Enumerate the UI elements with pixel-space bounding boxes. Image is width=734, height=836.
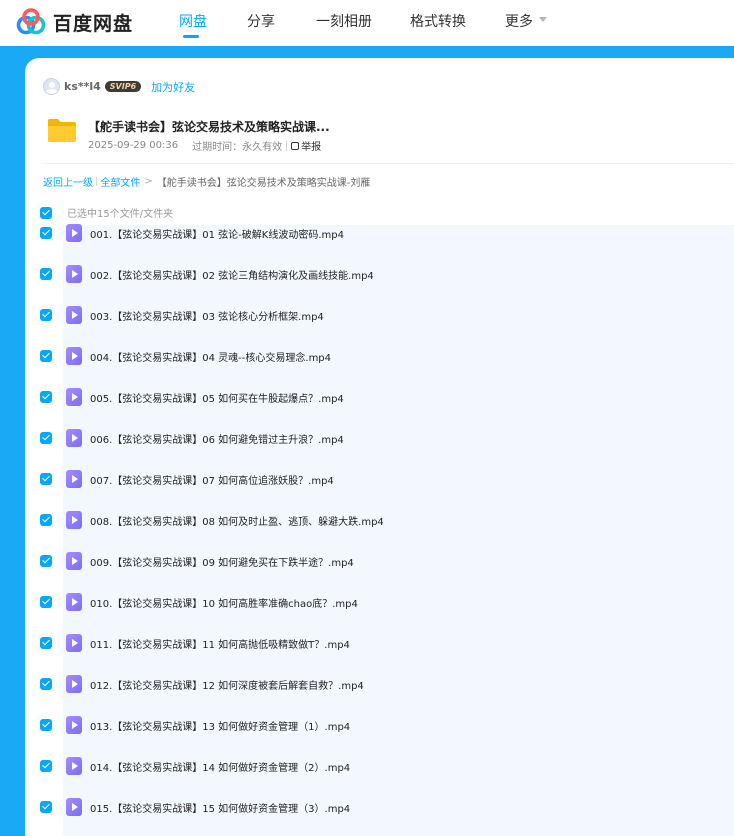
breadcrumb-separator: | <box>95 176 99 187</box>
app-logo[interactable]: 百度网盘 <box>15 8 133 36</box>
file-checkbox[interactable] <box>40 760 52 772</box>
nav-item-album[interactable]: 一刻相册 <box>316 11 372 31</box>
file-name[interactable]: 007.【弦论交易实战课】07 如何高位追涨妖股？.mp4 <box>90 472 334 487</box>
nav-item-share[interactable]: 分享 <box>247 11 275 31</box>
file-row[interactable]: 012.【弦论交易实战课】12 如何深度被套后解套自救？.mp4 <box>40 674 364 694</box>
file-row[interactable]: 005.【弦论交易实战课】05 如何买在牛股起爆点？.mp4 <box>40 387 344 407</box>
video-file-icon <box>66 634 82 652</box>
video-file-icon <box>66 552 82 570</box>
video-file-icon <box>66 675 82 693</box>
video-file-icon <box>66 798 82 816</box>
breadcrumb-back[interactable]: 返回上一级 <box>43 174 93 189</box>
file-name[interactable]: 006.【弦论交易实战课】06 如何避免错过主升浪？.mp4 <box>90 431 344 446</box>
file-checkbox[interactable] <box>40 268 52 280</box>
video-file-icon <box>66 470 82 488</box>
file-name[interactable]: 002.【弦论交易实战课】02 弦论三角结构演化及画线技能.mp4 <box>90 267 374 282</box>
video-file-icon <box>66 224 82 242</box>
video-file-icon <box>66 593 82 611</box>
add-friend-link[interactable]: 加为好友 <box>151 79 195 95</box>
file-checkbox[interactable] <box>40 432 52 444</box>
file-checkbox[interactable] <box>40 637 52 649</box>
file-checkbox[interactable] <box>40 227 52 239</box>
file-checkbox[interactable] <box>40 678 52 690</box>
nav-active-indicator <box>183 35 199 38</box>
nav-item-more[interactable]: 更多 <box>505 11 533 31</box>
video-file-icon <box>66 757 82 775</box>
file-row[interactable]: 006.【弦论交易实战课】06 如何避免错过主升浪？.mp4 <box>40 428 344 448</box>
file-name[interactable]: 001.【弦论交易实战课】01 弦论-破解K线波动密码.mp4 <box>90 226 344 241</box>
video-file-icon <box>66 306 82 324</box>
file-row[interactable]: 002.【弦论交易实战课】02 弦论三角结构演化及画线技能.mp4 <box>40 264 374 284</box>
file-name[interactable]: 008.【弦论交易实战课】08 如何及时止盈、逃顶、躲避大跌.mp4 <box>90 513 384 528</box>
avatar[interactable] <box>43 78 60 95</box>
file-row[interactable]: 015.【弦论交易实战课】15 如何做好资金管理（3）.mp4 <box>40 797 350 817</box>
file-checkbox[interactable] <box>40 309 52 321</box>
select-all-row: 已选中15个文件/文件夹 <box>40 205 173 220</box>
share-date: 2025-09-29 00:36 <box>88 140 179 151</box>
video-file-icon <box>66 265 82 283</box>
file-row[interactable]: 003.【弦论交易实战课】03 弦论核心分析框架.mp4 <box>40 305 324 325</box>
file-name[interactable]: 004.【弦论交易实战课】04 灵魂--核心交易理念.mp4 <box>90 349 331 364</box>
selection-count: 已选中15个文件/文件夹 <box>67 209 174 220</box>
chevron-down-icon[interactable] <box>539 17 547 22</box>
header-divider <box>43 163 734 164</box>
meta-divider <box>286 140 288 151</box>
file-row[interactable]: 014.【弦论交易实战课】14 如何做好资金管理（2）.mp4 <box>40 756 350 776</box>
share-card: ks**l4 SVIP6 加为好友 【舵手读书会】弦论交易技术及策略实战课...… <box>25 58 734 836</box>
sharer-row: ks**l4 SVIP6 加为好友 <box>43 78 195 95</box>
file-row[interactable]: 001.【弦论交易实战课】01 弦论-破解K线波动密码.mp4 <box>40 223 344 243</box>
file-checkbox[interactable] <box>40 514 52 526</box>
share-meta: 2025-09-29 00:36 过期时间：永久有效 举报 <box>88 138 321 153</box>
file-row[interactable]: 004.【弦论交易实战课】04 灵魂--核心交易理念.mp4 <box>40 346 331 366</box>
file-row[interactable]: 008.【弦论交易实战课】08 如何及时止盈、逃顶、躲避大跌.mp4 <box>40 510 384 530</box>
breadcrumb-current: 【舵手读书会】弦论交易技术及策略实战课-刘雁 <box>156 178 371 189</box>
nav-item-format-convert[interactable]: 格式转换 <box>410 11 466 31</box>
report-label: 举报 <box>301 142 322 153</box>
file-row[interactable]: 009.【弦论交易实战课】09 如何避免买在下跌半途？.mp4 <box>40 551 354 571</box>
video-file-icon <box>66 429 82 447</box>
file-checkbox[interactable] <box>40 350 52 362</box>
nav-item-netdisk[interactable]: 网盘 <box>179 11 207 31</box>
file-name[interactable]: 014.【弦论交易实战课】14 如何做好资金管理（2）.mp4 <box>90 759 350 774</box>
video-file-icon <box>66 716 82 734</box>
app-name: 百度网盘 <box>53 12 134 35</box>
video-file-icon <box>66 511 82 529</box>
file-row[interactable]: 011.【弦论交易实战课】11 如何高抛低吸精致做T？.mp4 <box>40 633 350 653</box>
breadcrumb: 返回上一级 | 全部文件 > 【舵手读书会】弦论交易技术及策略实战课-刘雁 <box>43 174 370 189</box>
file-name[interactable]: 005.【弦论交易实战课】05 如何买在牛股起爆点？.mp4 <box>90 390 344 405</box>
chevron-right-icon: > <box>144 176 153 187</box>
file-checkbox[interactable] <box>40 801 52 813</box>
report-icon <box>291 141 300 150</box>
vip-badge: SVIP6 <box>104 81 142 92</box>
file-name[interactable]: 009.【弦论交易实战课】09 如何避免买在下跌半途？.mp4 <box>90 554 354 569</box>
file-name[interactable]: 011.【弦论交易实战课】11 如何高抛低吸精致做T？.mp4 <box>90 636 350 651</box>
file-name[interactable]: 015.【弦论交易实战课】15 如何做好资金管理（3）.mp4 <box>90 800 350 815</box>
file-checkbox[interactable] <box>40 596 52 608</box>
video-file-icon <box>66 388 82 406</box>
baidu-netdisk-logo-icon <box>16 8 46 35</box>
share-expiry: 过期时间：永久有效 <box>192 142 283 153</box>
share-title: 【舵手读书会】弦论交易技术及策略实战课... <box>88 120 330 134</box>
file-name[interactable]: 010.【弦论交易实战课】10 如何高胜率准确chao底？.mp4 <box>90 595 358 610</box>
top-navbar: 百度网盘 网盘 分享 一刻相册 格式转换 更多 <box>0 0 734 46</box>
folder-icon <box>48 119 76 142</box>
file-name[interactable]: 003.【弦论交易实战课】03 弦论核心分析框架.mp4 <box>90 308 324 323</box>
file-checkbox[interactable] <box>40 473 52 485</box>
file-checkbox[interactable] <box>40 555 52 567</box>
report-button[interactable]: 举报 <box>291 138 321 153</box>
file-row[interactable]: 010.【弦论交易实战课】10 如何高胜率准确chao底？.mp4 <box>40 592 358 612</box>
breadcrumb-all-files[interactable]: 全部文件 <box>100 174 140 189</box>
select-all-checkbox[interactable] <box>40 206 52 219</box>
sharer-name: ks**l4 <box>64 80 101 93</box>
file-name[interactable]: 012.【弦论交易实战课】12 如何深度被套后解套自救？.mp4 <box>90 677 364 692</box>
file-checkbox[interactable] <box>40 391 52 403</box>
file-name[interactable]: 013.【弦论交易实战课】13 如何做好资金管理（1）.mp4 <box>90 718 350 733</box>
file-row[interactable]: 007.【弦论交易实战课】07 如何高位追涨妖股？.mp4 <box>40 469 334 489</box>
file-row[interactable]: 013.【弦论交易实战课】13 如何做好资金管理（1）.mp4 <box>40 715 350 735</box>
file-checkbox[interactable] <box>40 719 52 731</box>
video-file-icon <box>66 347 82 365</box>
